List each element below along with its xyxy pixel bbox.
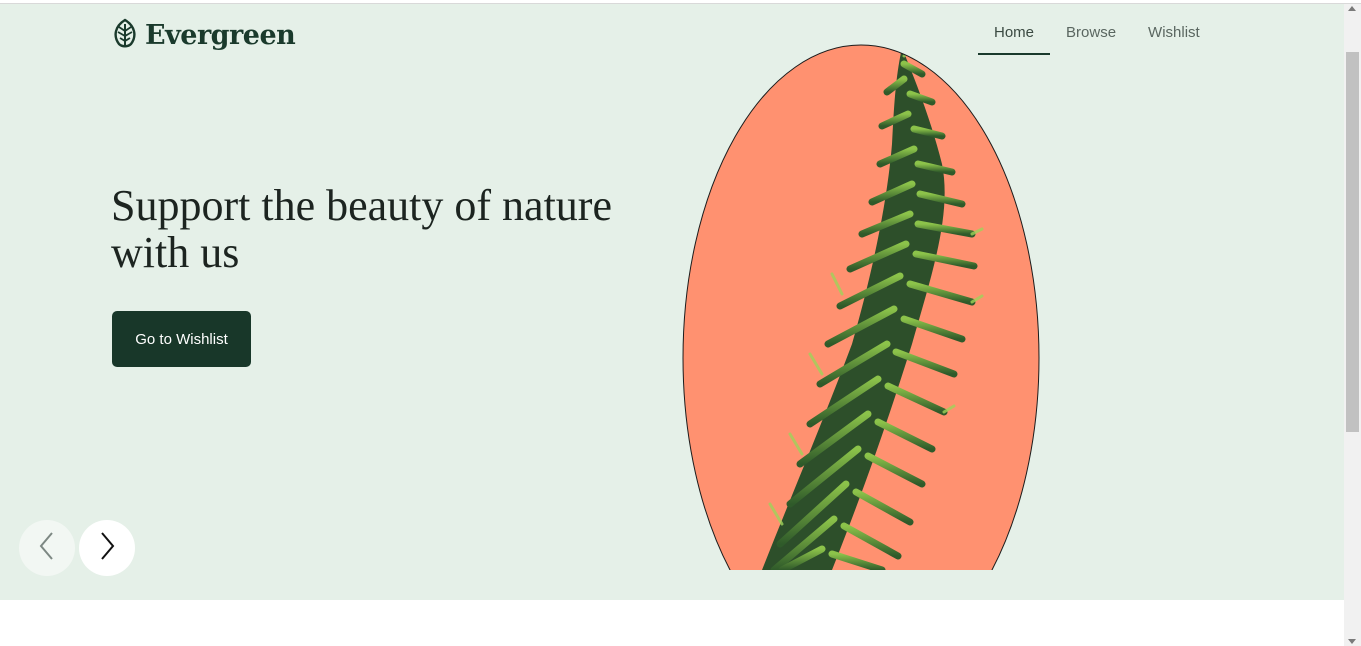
brand-name: Evergreen xyxy=(145,20,296,51)
hero-headline: Support the beauty of nature with us xyxy=(111,181,612,277)
carousel-prev-button[interactable] xyxy=(19,520,75,576)
chevron-left-icon xyxy=(37,531,57,566)
nav-browse[interactable]: Browse xyxy=(1050,14,1132,55)
chevron-right-icon xyxy=(97,531,117,566)
scroll-up-arrow-icon[interactable] xyxy=(1348,6,1356,11)
page-scrollbar[interactable] xyxy=(1344,4,1361,646)
plant-branch-image xyxy=(682,44,1040,570)
scroll-down-arrow-icon[interactable] xyxy=(1348,639,1356,644)
carousel-next-button[interactable] xyxy=(79,520,135,576)
brand-logo[interactable]: Evergreen xyxy=(111,18,296,53)
go-to-wishlist-button[interactable]: Go to Wishlist xyxy=(112,311,251,367)
hero-section: Evergreen Home Browse Wishlist Support t… xyxy=(0,4,1344,600)
leaf-icon xyxy=(111,18,139,53)
scrollbar-thumb[interactable] xyxy=(1346,52,1359,432)
nav-wishlist[interactable]: Wishlist xyxy=(1132,14,1216,55)
